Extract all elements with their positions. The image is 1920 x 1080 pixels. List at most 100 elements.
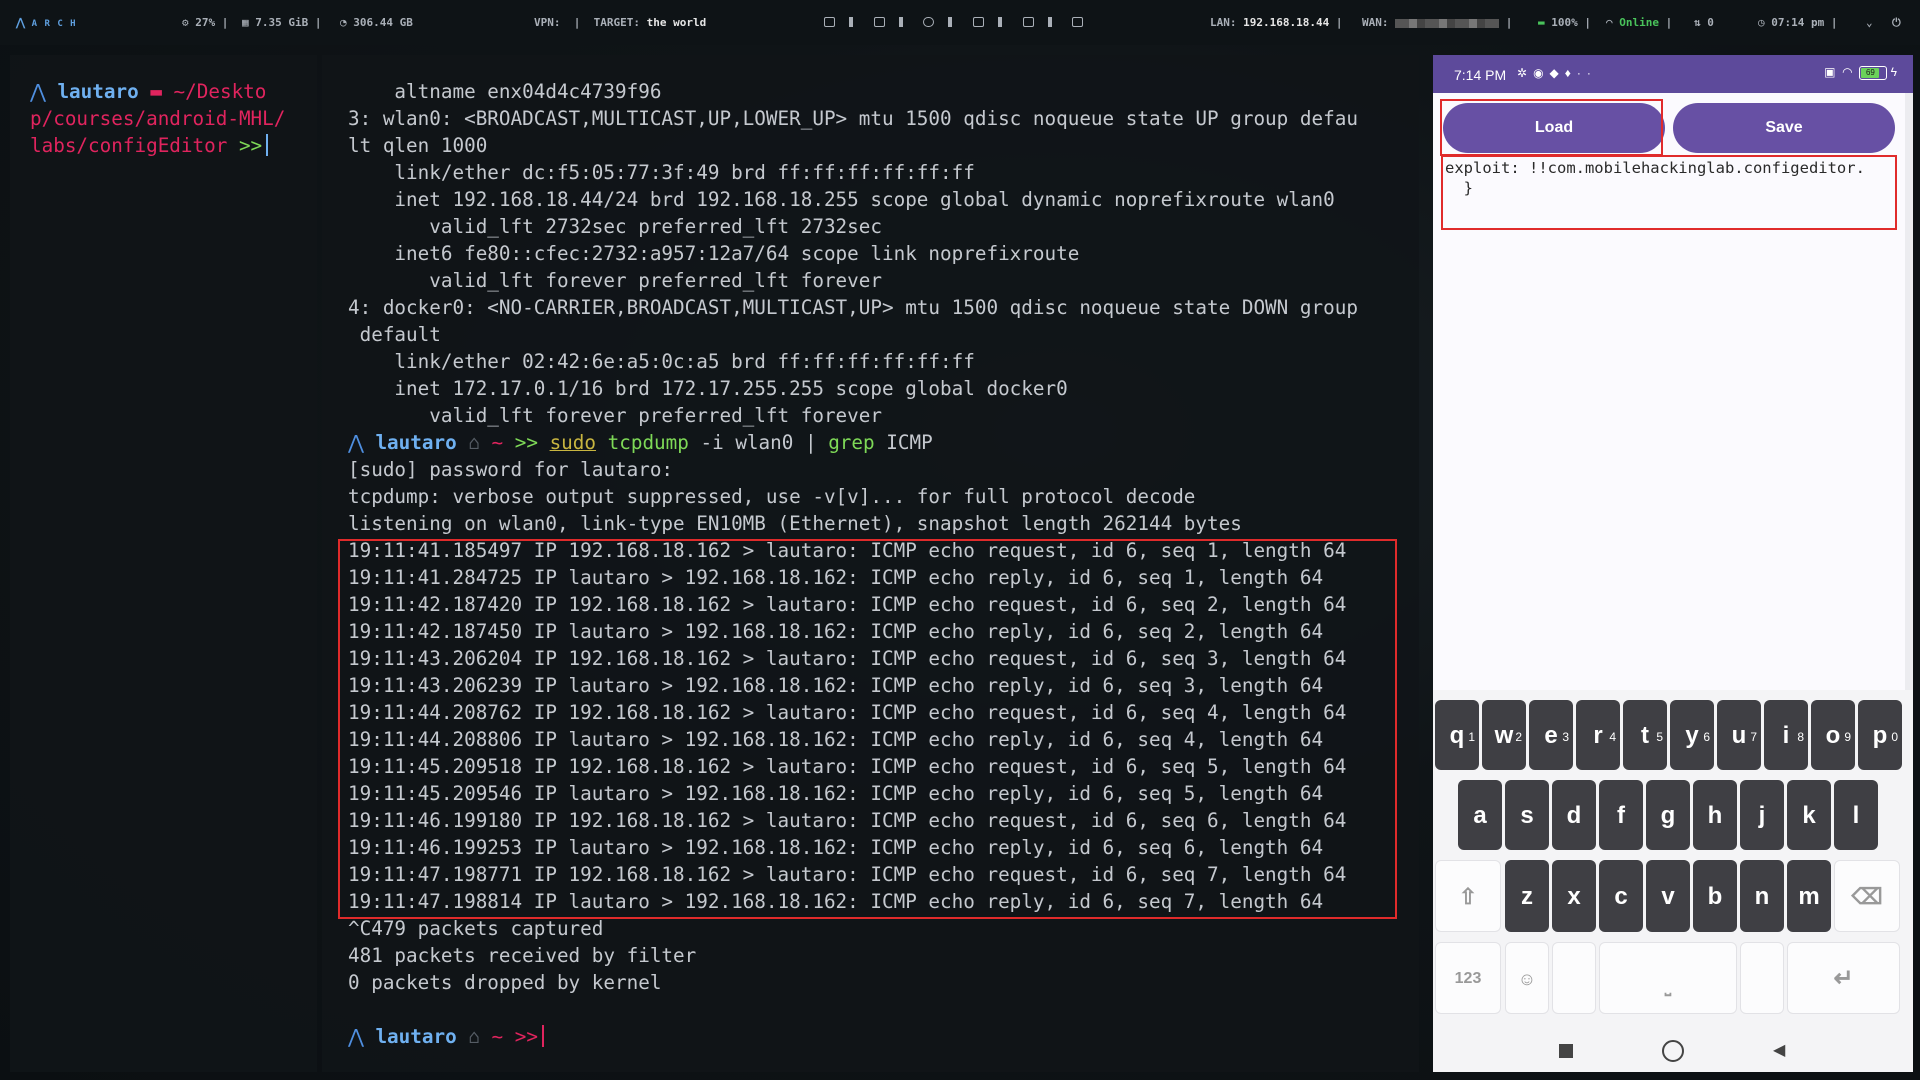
terminal-icon[interactable] bbox=[873, 17, 885, 27]
key-hint: 8 bbox=[1797, 730, 1804, 744]
key-a[interactable]: a bbox=[1458, 780, 1502, 850]
key-g[interactable]: g bbox=[1646, 780, 1690, 850]
left-terminal-pane[interactable]: ⋀ lautaro ▬ ~/Deskto p/courses/android-M… bbox=[10, 55, 317, 1072]
prompt-symbol: >> bbox=[238, 134, 263, 157]
key-hint: 0 bbox=[1891, 730, 1898, 744]
main-terminal-pane[interactable]: altname enx04d4c4739f96 3: wlan0: <BROAD… bbox=[322, 55, 1419, 1072]
key-label: w bbox=[1494, 722, 1514, 749]
cmd-sudo: sudo bbox=[549, 431, 597, 454]
home-icon[interactable] bbox=[1662, 1040, 1684, 1062]
ram-icon: ▦ bbox=[242, 16, 249, 29]
terminal-icon[interactable] bbox=[1022, 17, 1034, 27]
key-t[interactable]: 5t bbox=[1623, 700, 1667, 770]
terminal-icon[interactable] bbox=[1072, 17, 1084, 27]
output-line: 3: wlan0: <BROADCAST,MULTICAST,UP,LOWER_… bbox=[348, 107, 1358, 130]
output-line: link/ether 02:42:6e:a5:0c:a5 brd ff:ff:f… bbox=[348, 350, 975, 373]
screen-icon: ▣ bbox=[1824, 65, 1836, 79]
numbers-key[interactable]: 123 bbox=[1435, 942, 1501, 1014]
key-p[interactable]: 0p bbox=[1858, 700, 1902, 770]
prompt-symbol: >> bbox=[514, 1025, 538, 1048]
scrollbar[interactable] bbox=[1905, 93, 1913, 733]
key-hint: 3 bbox=[1562, 730, 1569, 744]
period-key[interactable] bbox=[1740, 942, 1784, 1014]
power-icon[interactable]: ⏻ bbox=[1892, 16, 1901, 30]
key-u[interactable]: 7u bbox=[1717, 700, 1761, 770]
redacted-wan-ip bbox=[1395, 18, 1500, 28]
phone-time: 7:14 PM bbox=[1454, 67, 1507, 83]
emoji-key-icon[interactable]: ☺ bbox=[1505, 942, 1549, 1014]
key-w[interactable]: 2w bbox=[1482, 700, 1526, 770]
more-icon: ·· bbox=[1576, 66, 1597, 80]
cpu-icon: ⚙ bbox=[182, 16, 189, 29]
clock-value: 07:14 pm bbox=[1771, 16, 1825, 29]
backspace-key-icon[interactable]: ⌫ bbox=[1834, 860, 1900, 932]
shift-key-icon[interactable]: ⇧ bbox=[1435, 860, 1501, 932]
phone-battery-icon: 69 bbox=[1859, 65, 1888, 80]
spacebar-key[interactable]: ⎵ bbox=[1599, 942, 1737, 1014]
enter-key-icon[interactable]: ↵ bbox=[1787, 942, 1900, 1014]
key-label: u bbox=[1731, 722, 1747, 749]
key-b[interactable]: b bbox=[1693, 860, 1737, 932]
key-label: e bbox=[1544, 722, 1558, 749]
home-icon: ⌂ bbox=[468, 431, 480, 454]
key-n[interactable]: n bbox=[1740, 860, 1784, 932]
target-value: the world bbox=[646, 16, 707, 29]
key-hint: 7 bbox=[1750, 730, 1757, 744]
arch-prompt-icon: ⋀ bbox=[348, 1025, 364, 1048]
output-line: link/ether dc:f5:05:77:3f:49 brd ff:ff:f… bbox=[348, 161, 975, 184]
arch-label: A R C H bbox=[31, 19, 77, 29]
key-e[interactable]: 3e bbox=[1529, 700, 1573, 770]
key-r[interactable]: 4r bbox=[1576, 700, 1620, 770]
arch-logo[interactable]: ⋀ A R C H bbox=[16, 16, 77, 29]
key-m[interactable]: m bbox=[1787, 860, 1831, 932]
save-button[interactable]: Save bbox=[1673, 103, 1895, 153]
android-emulator[interactable]: 7:14 PM ✲◉◆♦·· ▣ ◠ 69 ϟ Load Save exploi… bbox=[1433, 55, 1913, 1072]
network-widget: ◠ Online | bbox=[1606, 16, 1673, 29]
ghost-icon[interactable] bbox=[923, 17, 935, 27]
disk-icon: ◔ bbox=[340, 16, 347, 29]
clock-widget: ◷ 07:14 pm | bbox=[1758, 16, 1838, 29]
separator-icon bbox=[898, 17, 903, 27]
key-z[interactable]: z bbox=[1505, 860, 1549, 932]
charging-icon: ϟ bbox=[1890, 65, 1897, 79]
key-label: o bbox=[1825, 722, 1841, 749]
cpu-value: 27% bbox=[195, 16, 216, 29]
prompt-user: lautaro bbox=[57, 80, 139, 103]
prompt-path-line3: labs/configEditor bbox=[30, 134, 228, 157]
output-line: default bbox=[348, 323, 441, 346]
cmd-grep: grep bbox=[828, 431, 875, 454]
terminal-icon[interactable] bbox=[824, 17, 835, 27]
key-i[interactable]: 8i bbox=[1764, 700, 1808, 770]
system-icons: ▣ ◠ 69 ϟ bbox=[1824, 65, 1897, 80]
key-d[interactable]: d bbox=[1552, 780, 1596, 850]
key-o[interactable]: 9o bbox=[1811, 700, 1855, 770]
terminal-icon[interactable] bbox=[972, 17, 984, 27]
prompt-user: lautaro bbox=[375, 1025, 457, 1048]
key-hint: 9 bbox=[1844, 730, 1851, 744]
key-c[interactable]: c bbox=[1599, 860, 1643, 932]
sudo-prompt-line: [sudo] password for lautaro: bbox=[348, 458, 674, 481]
key-f[interactable]: f bbox=[1599, 780, 1643, 850]
summary-line: 481 packets received by filter bbox=[348, 944, 697, 967]
chevron-down-icon[interactable]: ⌄ bbox=[1866, 16, 1873, 29]
key-q[interactable]: 1q bbox=[1435, 700, 1479, 770]
key-label: r bbox=[1593, 722, 1603, 749]
key-k[interactable]: k bbox=[1787, 780, 1831, 850]
key-v[interactable]: v bbox=[1646, 860, 1690, 932]
key-hint: 5 bbox=[1656, 730, 1663, 744]
key-h[interactable]: h bbox=[1693, 780, 1737, 850]
recents-icon[interactable] bbox=[1559, 1044, 1573, 1058]
wan-widget: WAN: | bbox=[1362, 16, 1513, 29]
key-y[interactable]: 6y bbox=[1670, 700, 1714, 770]
back-icon[interactable]: ◀ bbox=[1773, 1040, 1785, 1060]
comma-key[interactable] bbox=[1552, 942, 1596, 1014]
sync-icon: ⇅ bbox=[1694, 16, 1701, 29]
key-j[interactable]: j bbox=[1740, 780, 1784, 850]
key-hint: 6 bbox=[1703, 730, 1710, 744]
prompt-path-line2: p/courses/android-MHL/ bbox=[30, 107, 286, 130]
phone-status-bar: 7:14 PM ✲◉◆♦·· ▣ ◠ 69 ϟ bbox=[1433, 55, 1913, 93]
key-s[interactable]: s bbox=[1505, 780, 1549, 850]
key-x[interactable]: x bbox=[1552, 860, 1596, 932]
key-l[interactable]: l bbox=[1834, 780, 1878, 850]
cmd-args: -i wlan0 | bbox=[688, 431, 829, 454]
